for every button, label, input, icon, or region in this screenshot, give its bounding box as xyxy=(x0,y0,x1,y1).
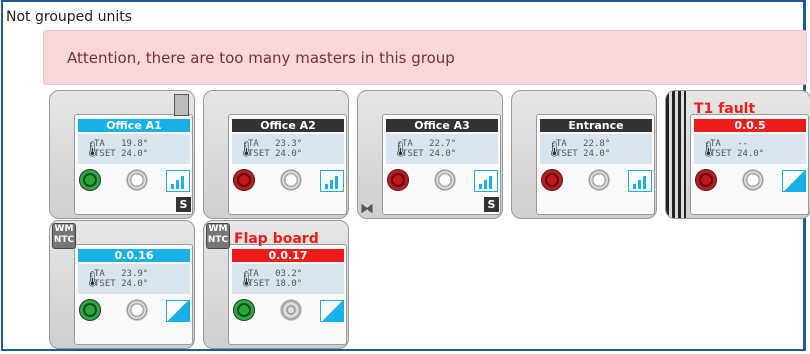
temperature-panel: 🌡 TA 22.8° TSET 24.0° xyxy=(540,134,652,164)
temperature-values: TA 23.9° TSET 24.0° xyxy=(94,269,149,289)
fan-icon[interactable] xyxy=(126,169,148,191)
unit-name-bar: Office A1 xyxy=(78,119,190,132)
power-icon[interactable] xyxy=(233,169,255,191)
unit-card-0-0-5[interactable]: T1 fault 0.0.5 🌡 TA -- TSET 24.0° xyxy=(665,90,810,219)
panel-title: Not grouped units xyxy=(6,9,133,25)
valve-icon: ⧓ xyxy=(360,201,374,217)
fault-stripes xyxy=(666,91,686,218)
unit-name-bar: 0.0.17 xyxy=(232,249,344,262)
wm-ntc-badge: WM NTC xyxy=(52,223,76,249)
fan-ramp-icon[interactable] xyxy=(166,300,190,322)
fan-speed-icon[interactable] xyxy=(320,170,344,192)
unit-card-office-a1[interactable]: Office A1 🌡 TA 19.8° TSET 24.0° S xyxy=(49,90,195,219)
temperature-values: TA 19.8° TSET 24.0° xyxy=(94,139,149,159)
fault-label: Flap board xyxy=(234,231,319,247)
power-icon[interactable] xyxy=(387,169,409,191)
fan-ramp-icon[interactable] xyxy=(320,300,344,322)
fan-icon[interactable] xyxy=(126,299,148,321)
temperature-values: TA 03.2° TSET 18.0° xyxy=(248,269,303,289)
fan-icon[interactable] xyxy=(588,169,610,191)
power-icon[interactable] xyxy=(79,299,101,321)
temperature-panel: 🌡 TA 19.8° TSET 24.0° xyxy=(78,134,190,164)
fan-icon[interactable] xyxy=(434,169,456,191)
unit-card-0-0-16[interactable]: WM NTC 0.0.16 🌡 TA 23.9° TSET 24.0° xyxy=(49,220,195,349)
masters-alert: Attention, there are too many masters in… xyxy=(43,30,807,85)
slave-badge: S xyxy=(484,197,499,212)
temperature-values: TA 22.8° TSET 24.0° xyxy=(556,139,611,159)
unit-name-bar: Office A3 xyxy=(386,119,498,132)
fan-icon[interactable] xyxy=(742,169,764,191)
unit-card-0-0-17[interactable]: WM NTC Flap board 0.0.17 🌡 TA 03.2° TSET … xyxy=(203,220,349,349)
unit-name-bar: 0.0.5 xyxy=(694,119,806,132)
unit-name-bar: Office A2 xyxy=(232,119,344,132)
unit-card-office-a2[interactable]: Office A2 🌡 TA 23.3° TSET 24.0° xyxy=(203,90,349,219)
power-icon[interactable] xyxy=(695,169,717,191)
fan-icon[interactable] xyxy=(280,169,302,191)
temperature-values: TA 23.3° TSET 24.0° xyxy=(248,139,303,159)
temperature-panel: 🌡 TA 22.7° TSET 24.0° xyxy=(386,134,498,164)
slave-badge: S xyxy=(176,197,191,212)
temperature-values: TA 22.7° TSET 24.0° xyxy=(402,139,457,159)
alert-message: Attention, there are too many masters in… xyxy=(67,49,455,67)
unit-card-entrance[interactable]: Entrance 🌡 TA 22.8° TSET 24.0° xyxy=(511,90,657,219)
temperature-panel: 🌡 TA 03.2° TSET 18.0° xyxy=(232,264,344,294)
temperature-values: TA -- TSET 24.0° xyxy=(710,139,765,159)
power-icon[interactable] xyxy=(79,169,101,191)
fan-speed-icon[interactable] xyxy=(166,170,190,192)
fan-speed-icon[interactable] xyxy=(474,170,498,192)
power-icon[interactable] xyxy=(541,169,563,191)
temperature-panel: 🌡 TA 23.9° TSET 24.0° xyxy=(78,264,190,294)
fan-speed-icon[interactable] xyxy=(628,170,652,192)
fault-label: T1 fault xyxy=(694,101,756,117)
unit-name-bar: 0.0.16 xyxy=(78,249,190,262)
power-icon[interactable] xyxy=(233,299,255,321)
temperature-panel: 🌡 TA 23.3° TSET 24.0° xyxy=(232,134,344,164)
door-icon xyxy=(174,94,189,116)
snowflake-icon[interactable] xyxy=(280,299,302,321)
wm-ntc-badge: WM NTC xyxy=(206,223,230,249)
unit-card-office-a3[interactable]: Office A3 🌡 TA 22.7° TSET 24.0° ⧓ S xyxy=(357,90,503,219)
unit-name-bar: Entrance xyxy=(540,119,652,132)
temperature-panel: 🌡 TA -- TSET 24.0° xyxy=(694,134,806,164)
fan-ramp-icon[interactable] xyxy=(782,170,806,192)
